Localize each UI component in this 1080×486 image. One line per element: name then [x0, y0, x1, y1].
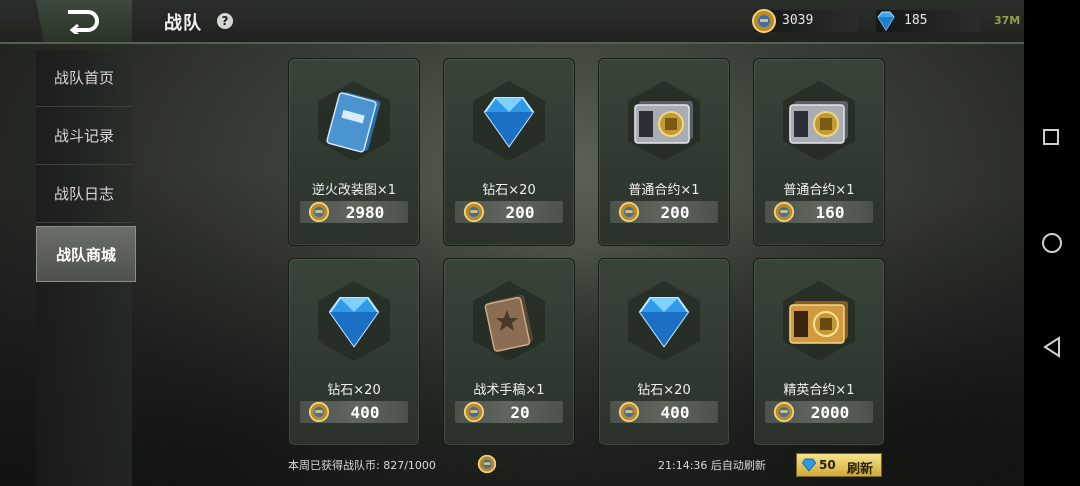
shop-item-price: 200 — [505, 203, 535, 222]
shop-item[interactable]: 钻石×20 400 — [288, 258, 420, 446]
back-icon[interactable] — [1042, 336, 1062, 358]
shop-item-price: 200 — [660, 203, 690, 222]
shop-item-name: 钻石×20 — [637, 383, 691, 398]
price-tag: 20 — [455, 401, 563, 423]
shop-item[interactable]: 逆火改装图×1 2980 — [288, 58, 420, 246]
shop-item[interactable]: 钻石×20 400 — [598, 258, 730, 446]
team-coin-icon — [618, 201, 640, 223]
team-coin-icon — [618, 401, 640, 423]
price-tag: 200 — [610, 201, 718, 223]
back-arrow-icon — [68, 10, 99, 34]
blueprint-icon — [319, 87, 389, 157]
recent-apps-icon[interactable] — [1043, 129, 1059, 145]
price-tag: 2000 — [765, 401, 873, 423]
team-coin-icon — [773, 401, 795, 423]
team-coin-icon — [308, 201, 330, 223]
diamond-balance: 185 — [876, 10, 980, 32]
coin-amount: 3039 — [782, 13, 814, 28]
coin-balance: 3039 — [752, 9, 858, 33]
diamond-icon — [474, 87, 544, 157]
shop-item[interactable]: 战术手稿×1 20 — [443, 258, 575, 446]
shop-item-name: 战术手稿×1 — [473, 383, 545, 398]
shop-item-price: 2000 — [810, 403, 850, 422]
price-tag: 200 — [455, 201, 563, 223]
shop-item-price: 400 — [350, 403, 380, 422]
shop-item-name: 普通合约×1 — [783, 183, 855, 198]
diamond-icon — [629, 287, 699, 357]
shop-item[interactable]: 普通合约×1 160 — [753, 58, 885, 246]
team-coin-icon — [308, 401, 330, 423]
diamond-icon — [319, 287, 389, 357]
page-title: 战队 — [164, 13, 202, 34]
refresh-button[interactable]: 50 刷新 — [796, 453, 882, 477]
shop-item-name: 钻石×20 — [482, 183, 536, 198]
shop-item[interactable]: 普通合约×1 200 — [598, 58, 730, 246]
contract-icon — [784, 87, 854, 157]
shop-item-name: 精英合约×1 — [783, 383, 855, 398]
shop-item-price: 400 — [660, 403, 690, 422]
diamond-icon — [877, 11, 895, 31]
refresh-label: 刷新 — [847, 462, 874, 477]
weekly-coin-progress: 本周已获得战队币: 827/1000 — [288, 459, 436, 472]
book-icon — [474, 287, 544, 357]
sidebar: 战队首页 战斗记录 战队日志 战队商城 — [36, 50, 136, 486]
sidebar-item-team-shop[interactable]: 战队商城 — [36, 226, 136, 282]
diamond-amount: 185 — [904, 13, 928, 28]
shop-item-name: 逆火改装图×1 — [311, 183, 397, 198]
shop-item-price: 20 — [510, 403, 530, 422]
shop-item-price: 2980 — [345, 203, 385, 222]
sidebar-item-home[interactable]: 战队首页 — [36, 50, 132, 107]
refresh-cost: 50 — [819, 458, 836, 472]
team-coin-icon — [752, 9, 776, 33]
elite-contract-icon — [784, 287, 854, 357]
team-coin-icon — [463, 201, 485, 223]
team-coin-icon — [463, 401, 485, 423]
network-status: 37M — [994, 14, 1021, 27]
team-coin-icon — [773, 201, 795, 223]
price-tag: 400 — [300, 401, 408, 423]
shop-item-price: 160 — [815, 203, 845, 222]
home-icon[interactable] — [1042, 233, 1062, 253]
top-bar: 战队 ? 3039 185 37M — [0, 0, 1024, 44]
price-tag: 400 — [610, 401, 718, 423]
refresh-timer: 21:14:36 后自动刷新 — [658, 459, 766, 472]
help-icon[interactable]: ? — [217, 13, 233, 29]
price-tag: 160 — [765, 201, 873, 223]
contract-icon — [629, 87, 699, 157]
back-button[interactable] — [36, 0, 132, 42]
shop-item-name: 普通合约×1 — [628, 183, 700, 198]
sidebar-item-team-log[interactable]: 战队日志 — [36, 166, 132, 223]
shop-item-name: 钻石×20 — [327, 383, 381, 398]
shop-item[interactable]: 钻石×20 200 — [443, 58, 575, 246]
price-tag: 2980 — [300, 201, 408, 223]
diamond-icon — [801, 458, 817, 472]
shop-item[interactable]: 精英合约×1 2000 — [753, 258, 885, 446]
team-coin-icon — [477, 454, 497, 474]
sidebar-item-battle-record[interactable]: 战斗记录 — [36, 108, 132, 165]
